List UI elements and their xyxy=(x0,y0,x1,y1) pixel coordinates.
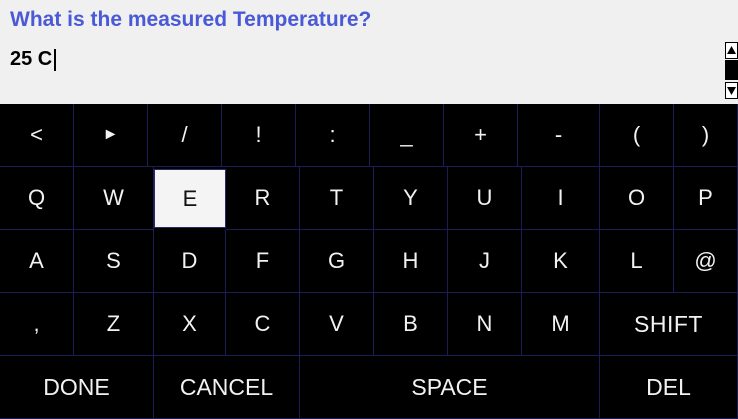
key-r[interactable]: R xyxy=(226,167,300,230)
keyboard-row-symbols: < ► / ! : _ + - ( ) xyxy=(0,104,738,167)
keyboard-row-zxcv: , Z X C V B N M SHIFT xyxy=(0,293,738,356)
scroll-down-button[interactable] xyxy=(725,82,738,99)
key-k[interactable]: K xyxy=(522,230,600,293)
scroll-track[interactable] xyxy=(725,60,738,80)
key-p[interactable]: P xyxy=(674,167,738,230)
key-underscore[interactable]: _ xyxy=(370,104,444,167)
key-i[interactable]: I xyxy=(522,167,600,230)
prompt-area: What is the measured Temperature? 25 C xyxy=(0,0,738,104)
key-d[interactable]: D xyxy=(154,230,226,293)
space-key[interactable]: SPACE xyxy=(300,356,600,419)
key-w[interactable]: W xyxy=(74,167,154,230)
key-c[interactable]: C xyxy=(226,293,300,356)
key-at[interactable]: @ xyxy=(674,230,738,293)
key-close-paren[interactable]: ) xyxy=(674,104,738,167)
text-caret xyxy=(54,48,57,71)
keyboard-row-qwerty: Q W E R T Y U I O P xyxy=(0,167,738,230)
key-n[interactable]: N xyxy=(448,293,522,356)
key-g[interactable]: G xyxy=(300,230,374,293)
key-t[interactable]: T xyxy=(300,167,374,230)
cancel-key[interactable]: CANCEL xyxy=(154,356,300,419)
key-q[interactable]: Q xyxy=(0,167,74,230)
key-o[interactable]: O xyxy=(600,167,674,230)
key-u[interactable]: U xyxy=(448,167,522,230)
key-z[interactable]: Z xyxy=(74,293,154,356)
shift-key[interactable]: SHIFT xyxy=(600,293,738,356)
key-f[interactable]: F xyxy=(226,230,300,293)
key-play-arrow[interactable]: ► xyxy=(74,104,148,167)
done-key[interactable]: DONE xyxy=(0,356,154,419)
scroll-up-arrow-icon xyxy=(727,46,736,54)
key-minus[interactable]: - xyxy=(518,104,600,167)
key-j[interactable]: J xyxy=(448,230,522,293)
key-less-than[interactable]: < xyxy=(0,104,74,167)
key-a[interactable]: A xyxy=(0,230,74,293)
key-b[interactable]: B xyxy=(374,293,448,356)
keyboard-row-asdf: A S D F G H J K L @ xyxy=(0,230,738,293)
question-label: What is the measured Temperature? xyxy=(10,8,372,31)
key-s[interactable]: S xyxy=(74,230,154,293)
delete-key[interactable]: DEL xyxy=(600,356,738,419)
key-exclamation[interactable]: ! xyxy=(222,104,296,167)
key-plus[interactable]: + xyxy=(444,104,518,167)
key-comma[interactable]: , xyxy=(0,293,74,356)
key-l[interactable]: L xyxy=(600,230,674,293)
key-open-paren[interactable]: ( xyxy=(600,104,674,167)
on-screen-keyboard: < ► / ! : _ + - ( ) Q W E R T Y U I O P … xyxy=(0,104,738,419)
keyboard-row-functions: DONE CANCEL SPACE DEL xyxy=(0,356,738,419)
answer-value: 25 C xyxy=(10,48,53,70)
scroll-control xyxy=(725,38,738,102)
key-e[interactable]: E xyxy=(154,169,226,228)
key-x[interactable]: X xyxy=(154,293,226,356)
scroll-down-arrow-icon xyxy=(727,87,736,95)
answer-input[interactable]: 25 C xyxy=(10,48,57,71)
key-m[interactable]: M xyxy=(522,293,600,356)
key-h[interactable]: H xyxy=(374,230,448,293)
key-colon[interactable]: : xyxy=(296,104,370,167)
key-y[interactable]: Y xyxy=(374,167,448,230)
key-v[interactable]: V xyxy=(300,293,374,356)
scroll-up-button[interactable] xyxy=(725,42,738,59)
key-slash[interactable]: / xyxy=(148,104,222,167)
